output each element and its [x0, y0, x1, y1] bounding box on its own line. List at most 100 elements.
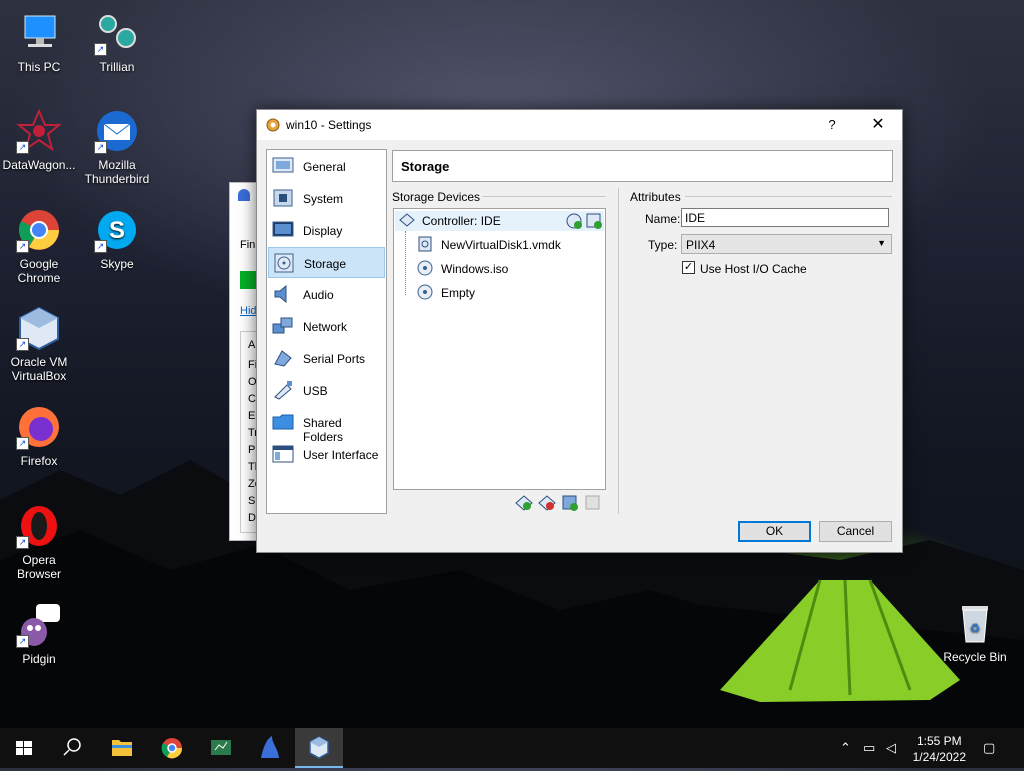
usb-icon: [272, 380, 294, 400]
remove-controller-icon[interactable]: [538, 494, 556, 512]
desktop-icon-label: This PC: [17, 60, 61, 74]
desktop-icon-skype[interactable]: S ↗ Skype: [78, 207, 156, 271]
background-window-text: C: [248, 393, 256, 405]
taskbar: ⌃ ▭ ◁ 1:55 PM 1/24/2022 ▢: [0, 728, 1024, 768]
shortcut-arrow-icon: ↗: [16, 240, 29, 253]
desktop-icon-label: Pidgin: [22, 652, 56, 666]
background-window-icon: [238, 189, 250, 201]
notification-icon[interactable]: ▢: [983, 740, 995, 756]
tree-item-vmdk[interactable]: NewVirtualDisk1.vmdk: [417, 235, 602, 255]
desktop-icon-opera[interactable]: ↗ Opera Browser: [0, 503, 78, 581]
host-io-cache-checkbox[interactable]: ✓: [682, 261, 695, 274]
add-controller-icon[interactable]: [515, 494, 533, 512]
serial-ports-icon: [272, 348, 294, 368]
background-window-text: E: [248, 410, 256, 422]
sidebar-item-label: Storage: [304, 257, 347, 271]
help-button[interactable]: ?: [817, 114, 847, 136]
background-window-link[interactable]: Hid: [240, 305, 257, 317]
desktop-icon-label: DataWagon...: [2, 158, 76, 172]
virtualbox-icon: [309, 736, 329, 759]
dialog-titlebar[interactable]: win10 - Settings ? ✕: [257, 110, 902, 140]
desktop-icon-label: Recycle Bin: [943, 650, 1007, 664]
search-button[interactable]: [48, 728, 96, 768]
type-label: Type:: [648, 238, 678, 252]
attributes-label: Attributes: [630, 190, 681, 204]
add-optical-drive-icon[interactable]: [565, 212, 583, 230]
firefox-icon: ↗: [16, 404, 62, 450]
desktop-icon-this-pc[interactable]: This PC: [0, 10, 78, 74]
taskbar-app-installer[interactable]: [246, 728, 294, 768]
divider: [482, 196, 606, 197]
desktop-icon-thunderbird[interactable]: ↗ Mozilla Thunderbird: [78, 108, 156, 186]
close-button[interactable]: ✕: [863, 114, 893, 136]
ok-button[interactable]: OK: [738, 521, 811, 542]
desktop-icon-virtualbox[interactable]: ↗ Oracle VM VirtualBox: [0, 305, 78, 383]
opera-icon: ↗: [16, 503, 62, 549]
datawagon-icon: ↗: [16, 108, 62, 154]
audio-icon: [272, 284, 294, 304]
virtualbox-gear-icon: [265, 117, 281, 133]
desktop-icon-datawagon[interactable]: ↗ DataWagon...: [0, 108, 78, 172]
divider: [618, 188, 619, 514]
desktop-icon-label: Mozilla Thunderbird: [84, 158, 150, 186]
sidebar-item-shared-folders[interactable]: Shared Folders: [268, 407, 385, 444]
shortcut-arrow-icon: ↗: [16, 437, 29, 450]
taskbar-virtualbox[interactable]: [295, 728, 343, 768]
display-icon: [272, 220, 294, 240]
desktop-icon-trillian[interactable]: ↗ Trillian: [78, 10, 156, 74]
name-input[interactable]: [681, 208, 889, 227]
volume-muted-icon[interactable]: ◁: [886, 740, 896, 756]
desktop-icon-label: Skype: [100, 257, 134, 271]
cancel-button[interactable]: Cancel: [819, 521, 892, 542]
sidebar-item-general[interactable]: General: [268, 151, 385, 182]
dialog-title: win10 - Settings: [286, 118, 372, 132]
shortcut-arrow-icon: ↗: [16, 141, 29, 154]
sidebar-item-user-interface[interactable]: User Interface: [268, 439, 385, 470]
sidebar-item-serial-ports[interactable]: Serial Ports: [268, 343, 385, 374]
installer-icon: [261, 736, 279, 758]
search-icon: [63, 738, 81, 756]
general-icon: [272, 156, 294, 176]
tree-controller-ide[interactable]: Controller: IDE: [395, 211, 604, 231]
chrome-icon: ↗: [16, 207, 62, 253]
sidebar-item-label: Display: [303, 224, 343, 238]
taskbar-app-monitor[interactable]: [197, 728, 245, 768]
sidebar-item-storage[interactable]: Storage: [268, 247, 385, 278]
add-attachment-icon[interactable]: [561, 494, 579, 512]
network-icon[interactable]: ▭: [863, 740, 875, 756]
desktop-icon-firefox[interactable]: ↗ Firefox: [0, 404, 78, 468]
desktop-icon-chrome[interactable]: ↗ Google Chrome: [0, 207, 78, 285]
sidebar-item-network[interactable]: Network: [268, 311, 385, 342]
tree-row-label: Empty: [441, 286, 476, 300]
background-window-text: A: [248, 339, 256, 351]
section-header: Storage: [392, 150, 893, 182]
taskbar-file-explorer[interactable]: [98, 728, 146, 768]
desktop-icon-label: Oracle VM VirtualBox: [10, 355, 68, 383]
tree-item-empty[interactable]: Empty: [417, 283, 602, 303]
chevron-up-icon[interactable]: ⌃: [840, 740, 851, 756]
desktop-icon-label: Opera Browser: [16, 553, 61, 581]
storage-tree[interactable]: Controller: IDE NewVirtualDisk1.vmdk Win…: [393, 208, 606, 490]
sidebar-item-usb[interactable]: USB: [268, 375, 385, 406]
tree-row-label: NewVirtualDisk1.vmdk: [441, 238, 561, 252]
tree-row-label: Windows.iso: [441, 262, 509, 276]
type-select[interactable]: PIIX4 ▼: [681, 234, 892, 254]
name-label: Name:: [645, 212, 681, 226]
desktop-icon-recycle-bin[interactable]: ♻ Recycle Bin: [934, 600, 1016, 664]
start-button[interactable]: [0, 728, 48, 768]
sidebar-item-display[interactable]: Display: [268, 215, 385, 246]
tree-guide: [405, 231, 406, 295]
svg-text:♻: ♻: [970, 621, 981, 635]
sidebar-item-label: Serial Ports: [303, 352, 366, 366]
shortcut-arrow-icon: ↗: [16, 536, 29, 549]
system-clock[interactable]: 1:55 PM 1/24/2022: [913, 733, 966, 765]
sidebar-item-audio[interactable]: Audio: [268, 279, 385, 310]
taskbar-chrome[interactable]: [148, 728, 196, 768]
sidebar-item-system[interactable]: System: [268, 183, 385, 214]
remove-attachment-icon[interactable]: [584, 494, 602, 512]
tree-item-windows-iso[interactable]: Windows.iso: [417, 259, 602, 279]
sidebar-item-label: User Interface: [303, 448, 379, 462]
optical-disc-icon: [417, 284, 433, 300]
desktop-icon-pidgin[interactable]: ↗ Pidgin: [0, 602, 78, 666]
add-hard-disk-icon[interactable]: [585, 212, 603, 230]
